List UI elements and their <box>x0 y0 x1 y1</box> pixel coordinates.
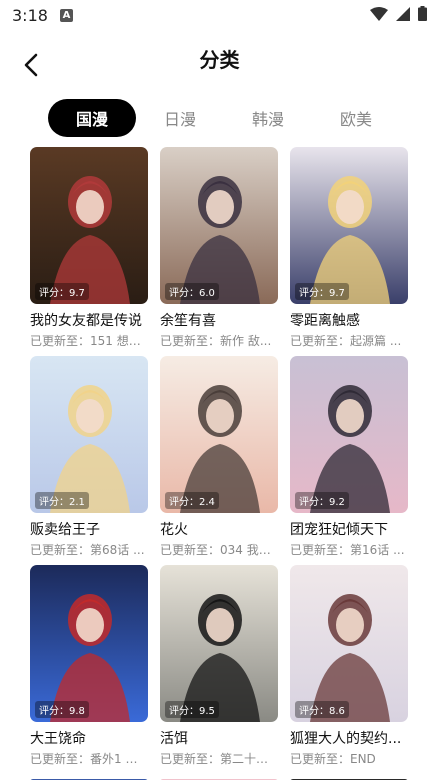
page-title: 分类 <box>199 48 240 72</box>
next-row-peek <box>30 772 410 780</box>
comic-title: 我的女友都是传说 <box>30 313 142 329</box>
comic-card[interactable]: 评分：9.2 团宠狂妃倾天下已更新至：第16话 ... <box>290 356 408 558</box>
comic-title: 贩卖给王子 <box>30 522 100 538</box>
comic-card[interactable]: 评分：8.6 狐狸大人的契约... 已更新至：END <box>290 565 408 767</box>
score-badge: 评分：2.1 <box>35 492 89 509</box>
tab-hanman[interactable]: 韩漫 <box>224 99 312 137</box>
comic-cover[interactable]: 评分：9.7 <box>290 147 408 304</box>
comic-title: 活饵 <box>160 731 188 747</box>
comic-update-status: 已更新至：起源篇 ... <box>290 334 402 348</box>
battery-icon <box>418 5 427 25</box>
comic-update-status: 已更新至：第二十二... <box>160 752 278 766</box>
notification-icon: A <box>59 8 73 22</box>
comic-cover[interactable]: 评分：2.1 <box>30 356 148 513</box>
signal-icon <box>396 6 410 25</box>
tab-oumei[interactable]: 欧美 <box>312 99 400 137</box>
comic-cover[interactable]: 评分：9.8 <box>30 565 148 722</box>
comic-card[interactable]: 评分：2.4 花火已更新至：034 我永... <box>160 356 278 558</box>
comic-card[interactable]: 评分：9.7 零距离触感已更新至：起源篇 ... <box>290 147 408 349</box>
category-tabs: 国漫 日漫 韩漫 欧美 <box>48 99 408 137</box>
comic-card[interactable]: 评分：2.1 贩卖给王子已更新至：第68话 ... <box>30 356 148 558</box>
comic-cover[interactable]: 评分：9.7 <box>30 147 148 304</box>
comic-update-status: 已更新至：番外1 兜... <box>30 752 148 766</box>
comic-title: 大王饶命 <box>30 731 86 747</box>
score-badge: 评分：9.5 <box>165 701 219 718</box>
score-badge: 评分：9.2 <box>295 492 349 509</box>
comic-cover[interactable]: 评分：9.2 <box>290 356 408 513</box>
comic-update-status: 已更新至：第16话 ... <box>290 543 405 557</box>
score-badge: 评分：9.8 <box>35 701 89 718</box>
comic-update-status: 已更新至：034 我永... <box>160 543 278 557</box>
comic-cover[interactable]: 评分：2.4 <box>160 356 278 513</box>
score-badge: 评分：2.4 <box>165 492 219 509</box>
status-time: 3:18 <box>12 5 48 25</box>
comic-update-status: 已更新至：END <box>290 752 376 766</box>
comic-cover[interactable]: 评分：6.0 <box>160 147 278 304</box>
status-icons <box>370 5 427 25</box>
comic-title: 花火 <box>160 522 188 538</box>
tab-guoman[interactable]: 国漫 <box>48 99 136 137</box>
comic-title: 零距离触感 <box>290 313 360 329</box>
comic-update-status: 已更新至：新作 敌... <box>160 334 272 348</box>
score-badge: 评分：8.6 <box>295 701 349 718</box>
comic-title: 余笙有喜 <box>160 313 216 329</box>
comic-title: 团宠狂妃倾天下 <box>290 522 388 538</box>
comic-update-status: 已更新至：第68话 ... <box>30 543 145 557</box>
comic-cover[interactable]: 评分：9.5 <box>160 565 278 722</box>
comic-title: 狐狸大人的契约... <box>290 731 402 747</box>
tab-riman[interactable]: 日漫 <box>136 99 224 137</box>
comic-card[interactable]: 评分：9.7 我的女友都是传说 已更新至：151 想通... <box>30 147 148 349</box>
comic-card[interactable]: 评分：6.0 余笙有喜已更新至：新作 敌... <box>160 147 278 349</box>
comic-update-status: 已更新至：151 想通... <box>30 334 148 348</box>
score-badge: 评分：9.7 <box>35 283 89 300</box>
comic-cover[interactable]: 评分：8.6 <box>290 565 408 722</box>
status-bar: 3:18 A <box>0 0 439 30</box>
header: 分类 <box>0 30 439 86</box>
score-badge: 评分：9.7 <box>295 283 349 300</box>
wifi-icon <box>370 6 388 25</box>
comic-card[interactable]: 评分：9.5 活饵已更新至：第二十二... <box>160 565 278 767</box>
comic-card[interactable]: 评分：9.8 大王饶命已更新至：番外1 兜... <box>30 565 148 767</box>
score-badge: 评分：6.0 <box>165 283 219 300</box>
